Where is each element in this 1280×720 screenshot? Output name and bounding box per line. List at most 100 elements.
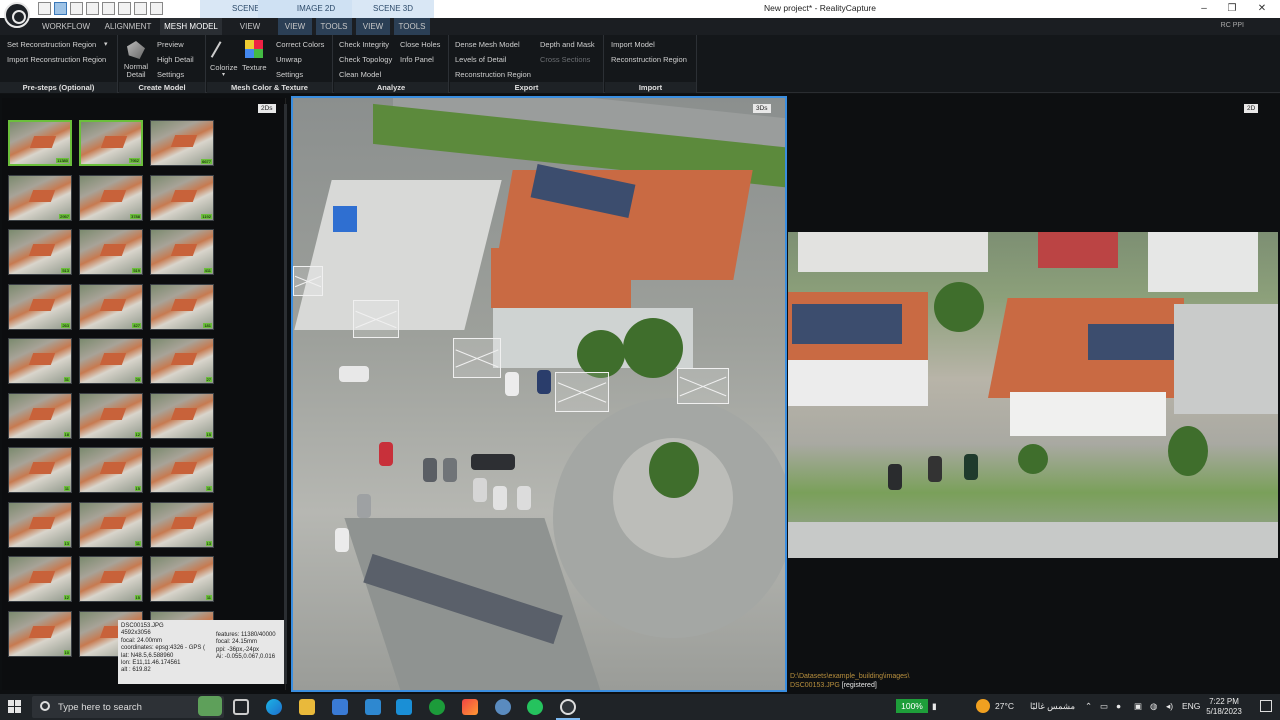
- network-icon[interactable]: ◍: [1150, 701, 1157, 712]
- microphone-icon[interactable]: ●: [1116, 701, 1121, 711]
- clean-model-button[interactable]: Clean Model: [339, 70, 381, 79]
- image-thumbnail[interactable]: 181: [150, 283, 214, 330]
- high-detail-button[interactable]: High Detail: [157, 55, 194, 64]
- camera-frustum[interactable]: [293, 266, 323, 296]
- camera-frustum[interactable]: [677, 368, 729, 404]
- set-reconstruction-region-button[interactable]: Set Reconstruction Region: [7, 40, 96, 49]
- image-thumbnail[interactable]: 427: [79, 283, 143, 330]
- image-2d-viewport[interactable]: [788, 232, 1278, 558]
- image-thumbnail[interactable]: 13: [150, 501, 214, 548]
- tab-view-3[interactable]: VIEW: [356, 18, 390, 35]
- panel-type-badge[interactable]: 2Ds: [258, 104, 276, 113]
- save-icon[interactable]: [118, 2, 131, 15]
- levels-of-detail-button[interactable]: Levels of Detail: [455, 55, 506, 64]
- image-thumbnail[interactable]: 263: [8, 283, 72, 330]
- task-view-icon[interactable]: [233, 699, 249, 715]
- cross-sections-button[interactable]: Cross Sections: [540, 55, 590, 64]
- image-thumbnail[interactable]: 513: [8, 229, 72, 275]
- tab-tools[interactable]: TOOLS: [316, 18, 352, 35]
- xbox-icon[interactable]: [429, 699, 445, 715]
- layout-split-icon[interactable]: [54, 2, 67, 15]
- close-button[interactable]: ✕: [1254, 2, 1270, 16]
- image-thumbnail[interactable]: 13: [8, 501, 72, 548]
- tab-mesh-model[interactable]: MESH MODEL: [160, 18, 222, 35]
- news-widget-icon[interactable]: [198, 696, 222, 716]
- windows-start-icon[interactable]: [8, 700, 22, 714]
- preview-button[interactable]: Preview: [157, 40, 184, 49]
- image-thumbnail[interactable]: 15: [79, 447, 143, 493]
- volume-icon[interactable]: ◂): [1166, 701, 1173, 712]
- image-thumbnail[interactable]: 10: [8, 610, 72, 657]
- clock[interactable]: 7:22 PM 5/18/2023: [1196, 697, 1252, 717]
- minimize-button[interactable]: –: [1196, 2, 1212, 16]
- layout-icon[interactable]: [38, 2, 51, 15]
- camera-frustum[interactable]: [353, 300, 399, 338]
- image-thumbnail[interactable]: 2957: [8, 174, 72, 221]
- image-thumbnail[interactable]: 519: [79, 229, 143, 275]
- app-icon[interactable]: [495, 699, 511, 715]
- image-thumbnail[interactable]: 11: [150, 447, 214, 493]
- layout-columns-icon[interactable]: [86, 2, 99, 15]
- weather-sun-icon[interactable]: [976, 699, 990, 713]
- import-model-button[interactable]: Import Model: [611, 40, 655, 49]
- export-reconstruction-region-button[interactable]: Reconstruction Region: [455, 70, 531, 79]
- image-thumbnail[interactable]: 15: [79, 556, 143, 602]
- photo-app-icon[interactable]: [462, 699, 478, 715]
- image-thumbnail[interactable]: 411: [150, 229, 214, 275]
- weather-temperature[interactable]: 27°C: [995, 701, 1014, 711]
- texture-button[interactable]: Texture: [242, 63, 267, 72]
- unwrap-button[interactable]: Unwrap: [276, 55, 302, 64]
- scrollbar[interactable]: [284, 104, 287, 684]
- undo-icon[interactable]: [134, 2, 147, 15]
- layout-grid-icon[interactable]: [70, 2, 83, 15]
- camera-frustum[interactable]: [453, 338, 501, 378]
- image-thumbnail[interactable]: 7952: [79, 120, 143, 166]
- image-thumbnail[interactable]: 18: [8, 392, 72, 439]
- mail-icon[interactable]: [365, 699, 381, 715]
- chevron-up-icon[interactable]: ⌃: [1085, 701, 1092, 712]
- image-thumbnail[interactable]: 3788: [79, 174, 143, 221]
- texture-settings-button[interactable]: Settings: [276, 70, 303, 79]
- image-thumbnail[interactable]: 11: [79, 501, 143, 548]
- depth-and-mask-button[interactable]: Depth and Mask: [540, 40, 595, 49]
- tab-view[interactable]: VIEW: [228, 18, 272, 35]
- tab-workflow[interactable]: WORKFLOW: [36, 18, 96, 35]
- import-reconstruction-region-model-button[interactable]: Reconstruction Region: [611, 55, 687, 64]
- normal-detail-button[interactable]: Normal Detail: [123, 63, 149, 79]
- panel-type-badge[interactable]: 2D: [1244, 104, 1259, 113]
- tab-tools-2[interactable]: TOOLS: [394, 18, 430, 35]
- colorize-dropdown-icon[interactable]: ▾: [222, 71, 225, 78]
- camera-frustum[interactable]: [555, 372, 609, 412]
- taskbar-search-input[interactable]: Type here to search: [32, 696, 224, 718]
- image-thumbnail[interactable]: 31: [8, 338, 72, 384]
- edge-icon[interactable]: [266, 699, 282, 715]
- maximize-button[interactable]: ❐: [1224, 2, 1240, 16]
- panel-type-badge[interactable]: 3Ds: [753, 104, 771, 113]
- check-topology-button[interactable]: Check Topology: [339, 55, 392, 64]
- image-thumbnail[interactable]: 6677: [150, 120, 214, 166]
- notification-icon[interactable]: [1260, 700, 1272, 712]
- image-thumbnail[interactable]: 12: [8, 556, 72, 602]
- image-thumbnail[interactable]: 11380: [8, 120, 72, 166]
- import-reconstruction-region-button[interactable]: Import Reconstruction Region: [7, 55, 106, 64]
- screen-icon[interactable]: ▭: [1100, 701, 1108, 712]
- image-thumbnail[interactable]: 15: [150, 392, 214, 439]
- image-thumbnail[interactable]: 11: [8, 447, 72, 493]
- file-explorer-icon[interactable]: [299, 699, 315, 715]
- realitycapture-taskbar-icon[interactable]: [560, 699, 576, 715]
- battery-indicator[interactable]: 100%: [896, 699, 928, 713]
- image-thumbnail[interactable]: 11: [150, 556, 214, 602]
- redo-icon[interactable]: [150, 2, 163, 15]
- info-panel-button[interactable]: Info Panel: [400, 55, 434, 64]
- image-thumbnail[interactable]: 20: [79, 338, 143, 384]
- lync-icon[interactable]: [396, 699, 412, 715]
- scene-3d-viewport[interactable]: 3Ds: [291, 96, 787, 692]
- tab-view-2[interactable]: VIEW: [278, 18, 312, 35]
- correct-colors-button[interactable]: Correct Colors: [276, 40, 324, 49]
- whatsapp-icon[interactable]: [527, 699, 543, 715]
- image-thumbnail[interactable]: 1192: [150, 174, 214, 221]
- settings-button[interactable]: Settings: [157, 70, 184, 79]
- chevron-down-icon[interactable]: ▾: [104, 40, 108, 48]
- display-icon[interactable]: ▣: [1134, 701, 1142, 712]
- tab-scene-3d[interactable]: SCENE 3D: [352, 0, 434, 18]
